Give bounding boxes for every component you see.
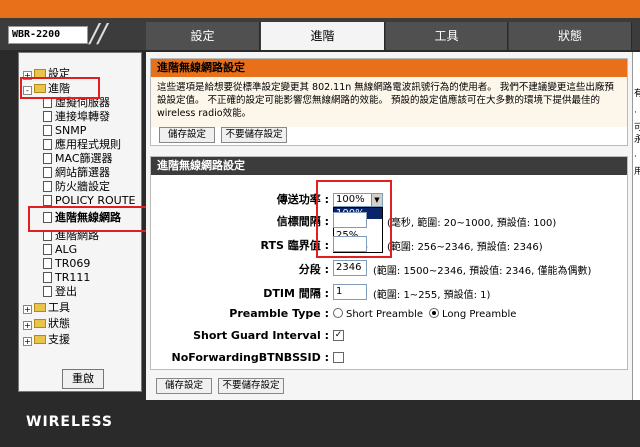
- rts-threshold-label: RTS 臨界值 :: [260, 239, 329, 252]
- preamble-short-option[interactable]: Short Preamble: [333, 308, 423, 320]
- preamble-long-option[interactable]: Long Preamble: [429, 308, 516, 320]
- sidebar-item-snmp[interactable]: SNMP: [43, 124, 86, 138]
- fragmentation-input[interactable]: 2346: [333, 260, 367, 276]
- sidebar-item-app-rules[interactable]: 應用程式規則: [43, 138, 121, 152]
- sidebar-item-tr069[interactable]: TR069: [43, 257, 90, 271]
- page-icon: [43, 258, 52, 269]
- page-icon: [43, 153, 52, 164]
- highlight-box-advanced: [20, 77, 100, 99]
- page-icon: [43, 272, 52, 283]
- expand-icon[interactable]: +: [23, 321, 32, 330]
- dont-save-button-top[interactable]: 不要儲存設定: [221, 127, 287, 143]
- sidebar-item-mac-filter[interactable]: MAC篩選器: [43, 152, 113, 166]
- folder-icon: [34, 303, 46, 312]
- radio-short-preamble[interactable]: [333, 308, 343, 318]
- fragmentation-label: 分段 :: [298, 263, 329, 276]
- sidebar-item-firewall[interactable]: 防火牆設定: [43, 180, 110, 194]
- save-settings-button-top[interactable]: 儲存設定: [159, 127, 215, 143]
- intro-title: 進階無線網路設定: [151, 59, 627, 77]
- dtim-hint: (範圍: 1~255, 預設值: 1): [373, 290, 491, 301]
- help-text-4: 永: [634, 132, 640, 145]
- preamble-label: Preamble Type :: [229, 307, 329, 320]
- beacon-interval-label: 信標間隔 :: [276, 215, 329, 228]
- fragmentation-hint: (範圍: 1500~2346, 預設值: 2346, 僅能為偶數): [373, 266, 592, 277]
- tab-status[interactable]: 狀態: [509, 22, 632, 50]
- wireless-brand-logo: WIRELESS: [26, 414, 114, 430]
- dtim-input[interactable]: 1: [333, 284, 367, 300]
- dtim-label: DTIM 間隔 :: [263, 287, 329, 300]
- beacon-interval-hint: (毫秒, 範圍: 20~1000, 預設值: 100): [387, 218, 557, 229]
- expand-icon[interactable]: +: [23, 305, 32, 314]
- folder-icon: [34, 335, 46, 344]
- dont-save-button-bottom[interactable]: 不要儲存設定: [218, 378, 284, 394]
- top-strip: [0, 0, 640, 18]
- short-guard-label: Short Guard Interval :: [193, 329, 329, 342]
- page-icon: [43, 125, 52, 136]
- logo-slash-2: /: [98, 19, 107, 49]
- page-icon: [43, 195, 52, 206]
- sidebar-item-alg[interactable]: ALG: [43, 243, 77, 257]
- short-guard-checkbox[interactable]: ✓: [333, 330, 344, 341]
- intro-description: 這些選項是給想要從標準設定變更其 802.11n 無線網路電波訊號行為的使用者。…: [151, 77, 627, 127]
- rts-threshold-hint: (範圍: 256~2346, 預設值: 2346): [387, 242, 543, 253]
- page-icon: [43, 111, 52, 122]
- help-text-6: 用: [634, 164, 640, 177]
- page-icon: [43, 244, 52, 255]
- page-icon: [43, 139, 52, 150]
- sidebar-item-status[interactable]: + 狀態: [23, 317, 70, 331]
- sidebar-item-port-forwarding[interactable]: 連接埠轉發: [43, 110, 110, 124]
- model-label: WBR-2200: [8, 26, 88, 44]
- help-text-2: ·: [634, 108, 637, 118]
- tx-power-label: 傳送功率 :: [276, 193, 329, 206]
- sidebar-item-tr111[interactable]: TR111: [43, 271, 90, 285]
- page-icon: [43, 181, 52, 192]
- sidebar-item-url-filter[interactable]: 網站篩選器: [43, 166, 110, 180]
- intro-section: 進階無線網路設定 這些選項是給想要從標準設定變更其 802.11n 無線網路電波…: [150, 58, 628, 146]
- sidebar-item-tools[interactable]: + 工具: [23, 301, 70, 315]
- page-icon: [43, 286, 52, 297]
- tab-setup[interactable]: 設定: [146, 22, 260, 50]
- help-text-5: ·: [634, 152, 637, 162]
- sidebar-item-logout[interactable]: 登出: [43, 285, 77, 299]
- save-settings-button-bottom[interactable]: 儲存設定: [156, 378, 212, 394]
- help-panel: 有 · 可 永 · 用: [632, 52, 640, 400]
- sidebar-item-support[interactable]: + 支援: [23, 333, 70, 347]
- advanced-wireless-title: 進階無線網路設定: [151, 157, 627, 175]
- tab-advanced[interactable]: 進階: [261, 22, 385, 50]
- reboot-button[interactable]: 重啟: [62, 369, 104, 389]
- expand-icon[interactable]: +: [23, 337, 32, 346]
- no-forwarding-checkbox[interactable]: [333, 352, 344, 363]
- folder-icon: [34, 319, 46, 328]
- highlight-box-advanced-wireless: [28, 206, 152, 232]
- page-icon: [43, 167, 52, 178]
- highlight-box-tx-power: [316, 180, 392, 258]
- no-forwarding-label: NoForwardingBTNBSSID :: [171, 351, 329, 364]
- tab-tools[interactable]: 工具: [386, 22, 508, 50]
- radio-long-preamble[interactable]: [429, 308, 439, 318]
- help-text-1: 有: [634, 86, 640, 99]
